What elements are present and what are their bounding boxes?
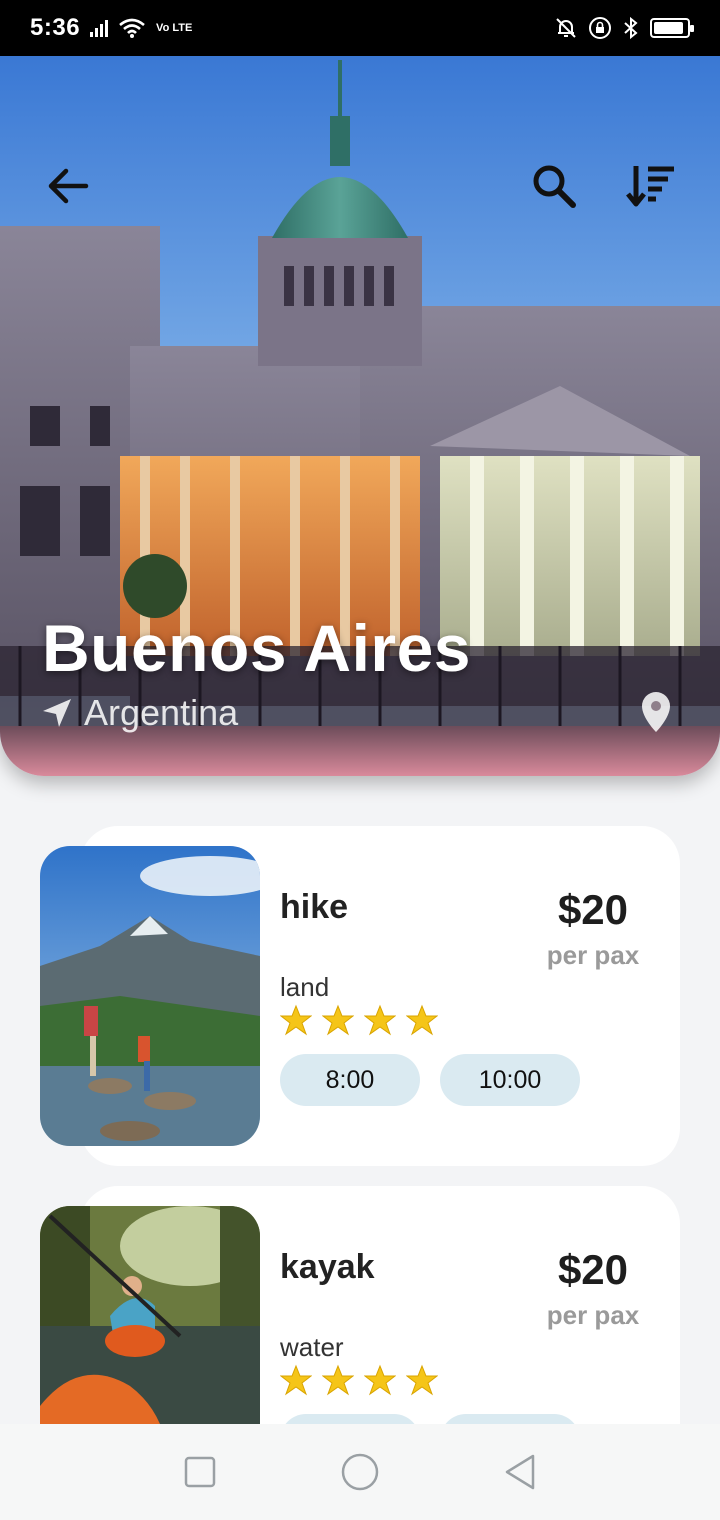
activity-photo-hike	[40, 846, 260, 1146]
search-button[interactable]	[524, 156, 584, 216]
triangle-back-icon	[505, 1454, 535, 1490]
price-unit: per pax	[546, 940, 640, 970]
activity-price: $20	[557, 1246, 629, 1293]
search-icon	[533, 165, 576, 208]
star-icon	[406, 1364, 438, 1396]
circle-icon	[341, 1453, 379, 1491]
activity-price: $20	[557, 886, 629, 933]
location-arrow-icon	[43, 699, 71, 727]
square-icon	[184, 1456, 216, 1488]
star-icon	[364, 1364, 396, 1396]
star-icon	[322, 1364, 354, 1396]
activity-name: hike	[280, 888, 349, 926]
battery-icon	[650, 18, 694, 38]
signal-icon	[90, 19, 109, 37]
sort-button[interactable]	[620, 156, 680, 216]
star-icon	[280, 1004, 312, 1036]
activity-name: kayak	[280, 1248, 375, 1286]
city-title: Buenos Aires	[42, 611, 472, 685]
recents-button[interactable]	[170, 1442, 230, 1502]
back-button[interactable]	[38, 156, 98, 216]
star-icon	[406, 1004, 438, 1036]
country-row: Argentina	[40, 692, 238, 734]
wifi-icon	[119, 18, 145, 38]
status-time: 5:36	[30, 14, 81, 41]
activity-category: land	[280, 972, 330, 1002]
rating-stars	[280, 1364, 438, 1396]
map-pin-icon[interactable]	[636, 690, 676, 734]
star-icon	[322, 1004, 354, 1036]
rating-stars	[280, 1004, 438, 1036]
arrow-left-icon	[48, 168, 89, 204]
star-icon	[280, 1364, 312, 1396]
nav-back-button[interactable]	[490, 1442, 550, 1502]
volte-indicator: Vo LTE	[156, 22, 193, 34]
status-bar: 5:36 Vo LTE	[0, 0, 720, 56]
system-nav-bar	[0, 1424, 720, 1520]
bell-off-icon	[556, 18, 576, 38]
status-right	[554, 16, 694, 40]
star-icon	[364, 1004, 396, 1036]
time-slot-chip[interactable]: 8:00	[280, 1054, 420, 1106]
sort-icon	[626, 166, 674, 207]
activity-photo-kayak	[40, 1206, 260, 1424]
country-label: Argentina	[84, 692, 239, 733]
hero-banner: Buenos Aires Argentina	[0, 56, 720, 776]
status-left: 5:36 Vo LTE	[30, 14, 192, 42]
bluetooth-icon	[624, 16, 638, 40]
price-unit: per pax	[546, 1300, 640, 1330]
activity-category: water	[280, 1332, 344, 1362]
home-button[interactable]	[330, 1442, 390, 1502]
lock-rotation-icon	[589, 17, 611, 39]
time-slot-chip[interactable]: 10:00	[440, 1054, 580, 1106]
